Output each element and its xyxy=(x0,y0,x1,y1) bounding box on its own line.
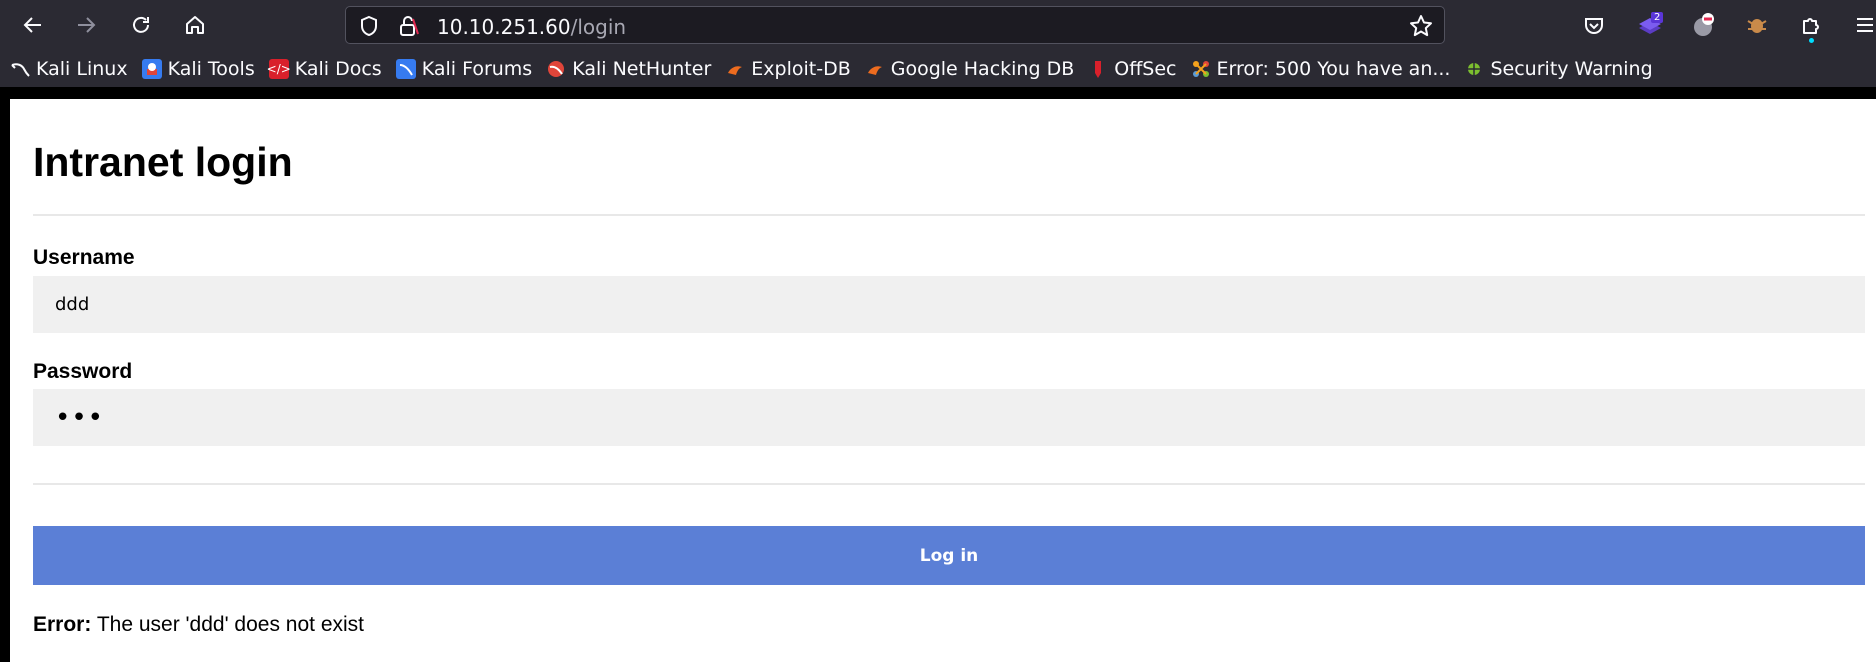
kali-docs-icon: </> xyxy=(267,58,291,79)
page-title: Intranet login xyxy=(33,139,293,185)
bookmark-kali-docs[interactable]: </> Kali Docs xyxy=(267,57,382,80)
login-button[interactable]: Log in xyxy=(33,526,1865,585)
extensions-puzzle-icon[interactable] xyxy=(1795,9,1827,43)
ghdb-icon xyxy=(865,59,885,79)
bookmark-kali-nethunter[interactable]: Kali NetHunter xyxy=(546,58,711,80)
bookmark-error-500[interactable]: Error: 500 You have an... xyxy=(1191,57,1451,80)
kali-dragon-icon xyxy=(10,59,30,79)
password-label: Password xyxy=(33,360,133,383)
bookmark-label: Kali Docs xyxy=(294,57,382,80)
form-divider xyxy=(33,483,1865,485)
security-warning-icon xyxy=(1464,59,1484,79)
bookmark-label: Exploit-DB xyxy=(751,57,851,80)
username-label: Username xyxy=(33,246,135,269)
exploitdb-icon xyxy=(725,59,745,79)
forward-arrow-icon[interactable] xyxy=(70,9,102,41)
address-bar[interactable]: 10.10.251.60/login xyxy=(345,6,1445,44)
joomla-icon xyxy=(1191,59,1211,79)
nethunter-icon xyxy=(546,59,566,79)
reload-icon[interactable] xyxy=(125,9,157,41)
extension-blocker-icon[interactable] xyxy=(1688,9,1720,41)
username-input[interactable] xyxy=(33,276,1865,333)
offsec-icon xyxy=(1088,59,1108,79)
error-label: Error: xyxy=(33,613,92,636)
url-host: 10.10.251.60 xyxy=(437,15,571,39)
pocket-icon[interactable] xyxy=(1578,9,1610,41)
title-divider xyxy=(33,214,1865,216)
bookmark-google-hacking-db[interactable]: Google Hacking DB xyxy=(865,57,1075,80)
bookmark-offsec[interactable]: OffSec xyxy=(1088,57,1177,80)
bookmark-kali-tools[interactable]: Kali Tools xyxy=(141,57,255,80)
bookmark-exploit-db[interactable]: Exploit-DB xyxy=(725,57,851,80)
bookmark-security-warning[interactable]: Security Warning xyxy=(1464,57,1653,80)
kali-tools-icon xyxy=(141,58,162,79)
bookmark-label: Error: 500 You have an... xyxy=(1216,57,1451,80)
shield-icon[interactable] xyxy=(356,13,382,39)
extension-bug-icon[interactable] xyxy=(1741,9,1773,41)
page-content: Intranet login Username Password Log in … xyxy=(10,99,1876,662)
back-arrow-icon[interactable] xyxy=(17,9,49,41)
bookmark-label: Google Hacking DB xyxy=(890,57,1075,80)
home-icon[interactable] xyxy=(179,9,211,41)
kali-forums-icon xyxy=(395,58,416,79)
bookmark-kali-linux[interactable]: Kali Linux xyxy=(10,58,128,80)
password-input[interactable] xyxy=(33,389,1865,446)
browser-toolbar: 10.10.251.60/login 2 xyxy=(0,0,1876,50)
bookmarks-toolbar: Kali Linux Kali Tools </> Kali Docs Kali… xyxy=(0,50,1876,87)
bookmark-label: Kali Linux xyxy=(36,57,128,80)
extension-badge-count: 2 xyxy=(1654,12,1661,23)
bookmark-label: Kali NetHunter xyxy=(572,57,712,80)
bookmark-star-icon[interactable] xyxy=(1408,13,1434,39)
url-path: /login xyxy=(570,15,627,39)
bookmark-label: OffSec xyxy=(1114,57,1177,80)
menu-hamburger-icon[interactable] xyxy=(1849,9,1876,41)
bookmark-label: Security Warning xyxy=(1490,57,1653,80)
bookmark-label: Kali Forums xyxy=(421,57,533,80)
url-text[interactable]: 10.10.251.60/login xyxy=(437,15,626,39)
bookmark-kali-forums[interactable]: Kali Forums xyxy=(395,57,533,80)
bookmark-label: Kali Tools xyxy=(167,57,255,80)
insecure-lock-icon[interactable] xyxy=(395,13,421,39)
error-message: Error: The user 'ddd' does not exist xyxy=(33,613,364,637)
extension-badge-icon[interactable]: 2 xyxy=(1634,9,1666,41)
error-text: The user 'ddd' does not exist xyxy=(96,613,365,636)
